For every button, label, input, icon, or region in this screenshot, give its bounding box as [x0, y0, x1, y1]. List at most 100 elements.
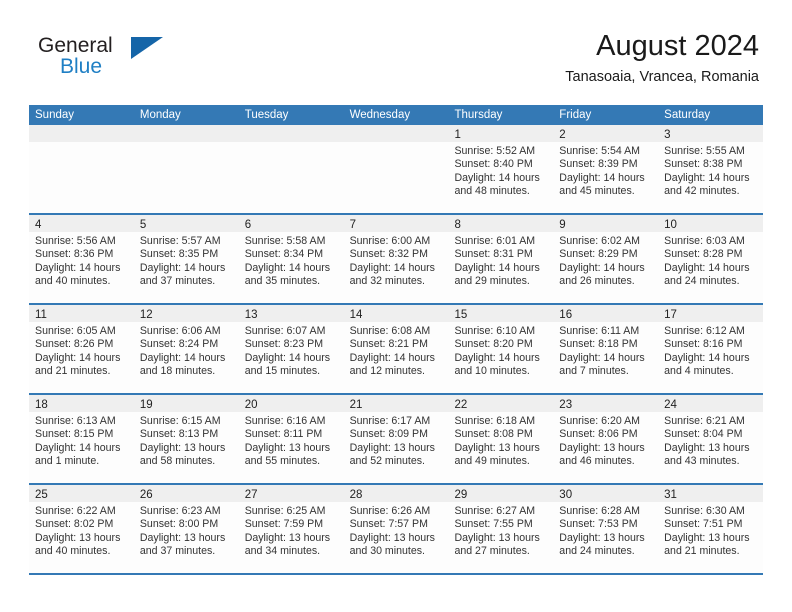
day-info-line: Daylight: 13 hours	[349, 531, 435, 544]
weekday-header-wednesday: Wednesday	[349, 109, 411, 121]
day-number: 6	[244, 219, 252, 231]
calendar-day-cell[interactable]: 5 Sunrise: 5:57 AM Sunset: 8:35 PM Daylight…	[133, 215, 239, 303]
weekday-header-friday: Friday	[559, 109, 592, 121]
calendar-day-cell[interactable]: 15 Sunrise: 6:10 AM Sunset: 8:20 PM Dayligh…	[448, 305, 554, 393]
day-info-line: Sunrise: 6:15 AM	[139, 415, 221, 427]
calendar-day-cell[interactable]: 21 Sunrise: 6:17 AM Sunset: 8:09 PM Dayligh…	[343, 395, 449, 483]
calendar-day-cell[interactable]: 25 Sunrise: 6:22 AM Sunset: 8:02 PM Dayligh…	[29, 485, 134, 573]
day-info-line: Sunrise: 6:06 AM	[139, 325, 221, 337]
day-info-line: and 18 minutes.	[139, 365, 216, 378]
calendar-day-cell[interactable]: 3 Sunrise: 5:55 AM Sunset: 8:38 PM Daylight…	[658, 125, 764, 213]
day-number-band: 26	[133, 485, 239, 502]
day-number-band	[343, 125, 449, 142]
day-info-line: Sunrise: 5:56 AM	[35, 235, 116, 247]
day-info-line: Daylight: 14 hours	[454, 171, 540, 184]
day-number-band	[29, 125, 134, 142]
calendar-day-cell[interactable]: 17 Sunrise: 6:12 AM Sunset: 8:16 PM Dayligh…	[658, 305, 764, 393]
calendar-day-cell[interactable]: 12 Sunrise: 6:06 AM Sunset: 8:24 PM Dayligh…	[133, 305, 239, 393]
calendar-grid: Sunday Monday Tuesday Wednesday Thursday…	[29, 105, 764, 575]
day-info-line: Sunrise: 6:18 AM	[454, 415, 536, 427]
day-info-line: Sunset: 8:02 PM	[35, 518, 114, 531]
day-number: 5	[139, 219, 147, 231]
day-number: 29	[454, 489, 468, 501]
calendar-day-cell[interactable]: 22 Sunrise: 6:18 AM Sunset: 8:08 PM Dayligh…	[448, 395, 554, 483]
calendar-day-cell[interactable]: 29 Sunrise: 6:27 AM Sunset: 7:55 PM Dayligh…	[448, 485, 554, 573]
calendar-day-cell[interactable]: 4 Sunrise: 5:56 AM Sunset: 8:36 PM Daylight…	[29, 215, 134, 303]
day-info-line: Daylight: 14 hours	[664, 261, 750, 274]
day-info-line: Sunset: 8:04 PM	[664, 428, 743, 441]
day-number: 23	[559, 399, 573, 411]
day-info-line: Sunrise: 5:55 AM	[664, 145, 745, 157]
calendar-day-cell[interactable]: 16 Sunrise: 6:11 AM Sunset: 8:18 PM Dayligh…	[553, 305, 659, 393]
calendar-day-cell[interactable]: 24 Sunrise: 6:21 AM Sunset: 8:04 PM Dayligh…	[658, 395, 764, 483]
day-info-line: Sunrise: 5:52 AM	[454, 145, 536, 157]
day-info-line: Sunrise: 6:11 AM	[559, 325, 640, 337]
day-number: 22	[454, 399, 468, 411]
calendar-day-cell[interactable]: 8 Sunrise: 6:01 AM Sunset: 8:31 PM Daylight…	[448, 215, 554, 303]
day-sun-info: Sunrise: 6:28 AM Sunset: 7:53 PM Daylight:…	[553, 502, 658, 559]
day-info-line: Sunrise: 6:05 AM	[35, 325, 116, 337]
calendar-day-cell[interactable]: 2 Sunrise: 5:54 AM Sunset: 8:39 PM Daylight…	[553, 125, 659, 213]
day-info-line: Sunset: 8:13 PM	[139, 428, 219, 441]
day-info-line: Daylight: 14 hours	[559, 171, 645, 184]
day-info-line: Daylight: 13 hours	[559, 441, 645, 454]
calendar-day-cell[interactable]: 9 Sunrise: 6:02 AM Sunset: 8:29 PM Daylight…	[553, 215, 659, 303]
calendar-day-cell[interactable]: 27 Sunrise: 6:25 AM Sunset: 7:59 PM Dayligh…	[238, 485, 344, 573]
day-number-band: 4	[29, 215, 134, 232]
day-info-line: Sunrise: 5:58 AM	[244, 235, 326, 247]
triangle-logo-icon	[131, 37, 163, 59]
day-info-line: Daylight: 14 hours	[454, 261, 540, 274]
calendar-day-cell[interactable]: 18 Sunrise: 6:13 AM Sunset: 8:15 PM Dayligh…	[29, 395, 134, 483]
calendar-day-cell[interactable]: 20 Sunrise: 6:16 AM Sunset: 8:11 PM Dayligh…	[238, 395, 344, 483]
day-info-line: Daylight: 13 hours	[454, 531, 540, 544]
day-number-band: 27	[238, 485, 344, 502]
day-number-band: 25	[29, 485, 134, 502]
day-info-line: and 24 minutes.	[559, 545, 635, 558]
calendar-day-cell[interactable]: 10 Sunrise: 6:03 AM Sunset: 8:28 PM Dayligh…	[658, 215, 764, 303]
day-info-line: Sunset: 8:21 PM	[349, 338, 428, 351]
calendar-day-cell[interactable]: 23 Sunrise: 6:20 AM Sunset: 8:06 PM Dayligh…	[553, 395, 659, 483]
day-info-line: Sunrise: 6:01 AM	[454, 235, 536, 247]
calendar-day-cell[interactable]: 14 Sunrise: 6:08 AM Sunset: 8:21 PM Dayligh…	[343, 305, 449, 393]
day-number-band: 5	[133, 215, 239, 232]
day-number-band: 21	[343, 395, 449, 412]
calendar-day-cell[interactable]: 13 Sunrise: 6:07 AM Sunset: 8:23 PM Dayligh…	[238, 305, 344, 393]
calendar-day-cell[interactable]: 6 Sunrise: 5:58 AM Sunset: 8:34 PM Daylight…	[238, 215, 344, 303]
calendar-day-cell[interactable]: 26 Sunrise: 6:23 AM Sunset: 8:00 PM Dayligh…	[133, 485, 239, 573]
day-number-band: 24	[658, 395, 764, 412]
day-info-line: Sunset: 8:08 PM	[454, 428, 533, 441]
day-info-line: Sunset: 7:55 PM	[454, 518, 533, 531]
day-number-band: 20	[238, 395, 344, 412]
brand-logo[interactable]: General Blue	[33, 34, 253, 90]
day-number-band: 3	[658, 125, 764, 142]
calendar-week-row: 18 Sunrise: 6:13 AM Sunset: 8:15 PM Dayligh…	[29, 393, 764, 483]
day-info-line: Sunrise: 6:07 AM	[244, 325, 326, 337]
day-number-band: 9	[553, 215, 659, 232]
day-info-line: Sunset: 7:53 PM	[559, 518, 638, 531]
day-sun-info: Sunrise: 5:55 AM Sunset: 8:38 PM Daylight:…	[658, 142, 763, 199]
day-number-band: 23	[553, 395, 659, 412]
day-info-line: and 24 minutes.	[664, 275, 740, 288]
day-info-line: Sunrise: 5:57 AM	[139, 235, 221, 247]
day-sun-info: Sunrise: 6:26 AM Sunset: 7:57 PM Daylight:…	[344, 502, 449, 559]
day-info-line: Sunset: 8:29 PM	[559, 248, 638, 261]
day-sun-info: Sunrise: 6:10 AM Sunset: 8:20 PM Daylight:…	[448, 322, 553, 379]
calendar-day-cell[interactable]: 11 Sunrise: 6:05 AM Sunset: 8:26 PM Dayligh…	[29, 305, 134, 393]
day-number-band	[238, 125, 344, 142]
day-info-line: and 49 minutes.	[454, 455, 530, 468]
day-sun-info: Sunrise: 6:05 AM Sunset: 8:26 PM Daylight:…	[29, 322, 134, 379]
page-title: August 2024	[596, 30, 759, 62]
calendar-day-cell[interactable]: 28 Sunrise: 6:26 AM Sunset: 7:57 PM Dayligh…	[343, 485, 449, 573]
day-info-line: and 12 minutes.	[349, 365, 425, 378]
calendar-day-cell[interactable]: 30 Sunrise: 6:28 AM Sunset: 7:53 PM Dayligh…	[553, 485, 659, 573]
day-sun-info: Sunrise: 6:07 AM Sunset: 8:23 PM Daylight:…	[239, 322, 344, 379]
calendar-day-cell[interactable]: 7 Sunrise: 6:00 AM Sunset: 8:32 PM Daylight…	[343, 215, 449, 303]
calendar-day-cell[interactable]: 19 Sunrise: 6:15 AM Sunset: 8:13 PM Dayligh…	[133, 395, 239, 483]
day-info-line: Daylight: 13 hours	[35, 531, 121, 544]
day-info-line: and 46 minutes.	[559, 455, 635, 468]
day-info-line: and 21 minutes.	[35, 365, 111, 378]
day-info-line: Sunrise: 6:22 AM	[35, 505, 116, 517]
calendar-day-cell[interactable]: 1 Sunrise: 5:52 AM Sunset: 8:40 PM Daylight…	[448, 125, 554, 213]
day-number-band: 30	[553, 485, 659, 502]
calendar-day-cell[interactable]: 31 Sunrise: 6:30 AM Sunset: 7:51 PM Dayligh…	[658, 485, 764, 573]
